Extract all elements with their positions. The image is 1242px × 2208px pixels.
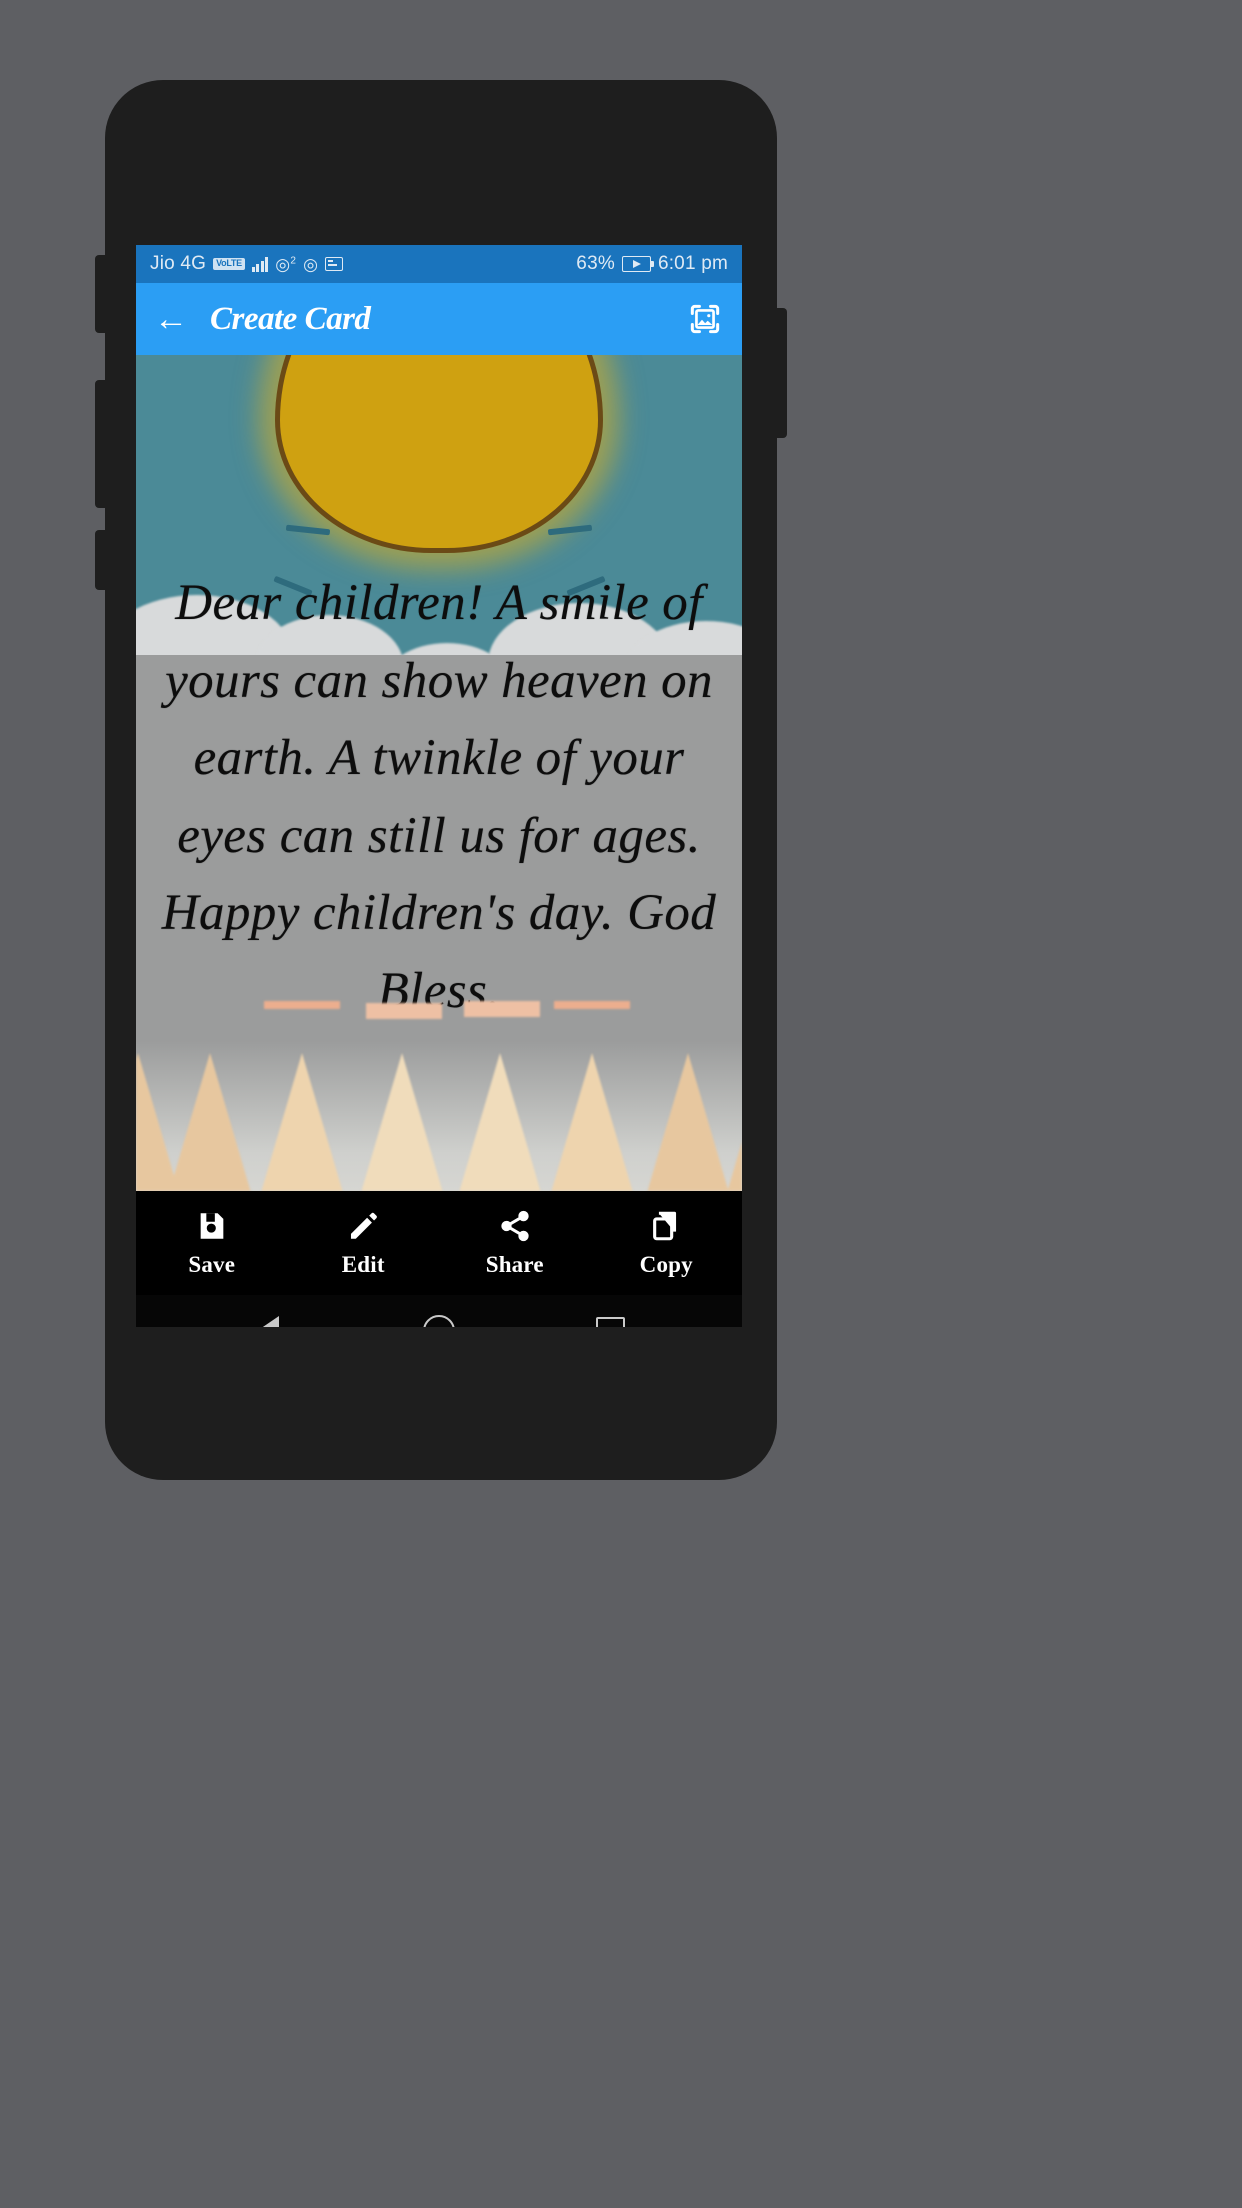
pencil-shape: [644, 1053, 732, 1191]
share-nodes-icon: [498, 1209, 532, 1243]
pencil-shape: [724, 1053, 742, 1191]
android-navigation-bar: [136, 1295, 742, 1327]
save-label: Save: [188, 1251, 236, 1277]
pencil-shape: [258, 1001, 346, 1191]
pencil-shape: [548, 1001, 636, 1191]
pencil-shape: [358, 1003, 446, 1191]
phone-screen: Jio 4G VoLTE ◎2 ◎ 63% 6:01 pm ← Create C…: [136, 245, 742, 1327]
back-arrow-icon[interactable]: ←: [154, 302, 188, 336]
android-recents-icon[interactable]: [588, 1309, 632, 1327]
sd-card-icon: [325, 257, 344, 271]
save-floppy-icon: [195, 1209, 229, 1243]
copy-duplicate-icon: [649, 1209, 683, 1243]
android-home-icon[interactable]: [417, 1309, 461, 1327]
pick-image-icon[interactable]: [686, 300, 724, 338]
pencil-edit-icon: [346, 1209, 380, 1243]
volte-badge: VoLTE: [213, 258, 245, 270]
sim-index-label: 2: [290, 254, 297, 266]
edit-button[interactable]: Edit: [288, 1209, 440, 1278]
carrier-label: Jio 4G: [150, 253, 207, 274]
power-button[interactable]: [775, 308, 787, 438]
edit-label: Edit: [341, 1251, 385, 1277]
clock-label: 6:01 pm: [657, 253, 728, 274]
pencil-shape: [456, 1001, 544, 1191]
volume-up-button[interactable]: [95, 255, 107, 333]
app-bar: ← Create Card: [136, 283, 742, 355]
card-pencils-illustration: [136, 1001, 742, 1191]
volume-down-button[interactable]: [95, 380, 107, 508]
greeting-card-preview[interactable]: Dear children! A smile of yours can show…: [136, 355, 742, 1191]
phone-mockup: Jio 4G VoLTE ◎2 ◎ 63% 6:01 pm ← Create C…: [95, 80, 787, 1480]
status-bar: Jio 4G VoLTE ◎2 ◎ 63% 6:01 pm: [136, 245, 742, 283]
battery-charging-icon: [621, 256, 654, 272]
pencil-shape: [166, 1053, 254, 1191]
android-back-icon[interactable]: [246, 1309, 290, 1327]
copy-label: Copy: [639, 1251, 693, 1277]
card-message-text: Dear children! A smile of yours can show…: [161, 575, 717, 1019]
page-title: Create Card: [210, 300, 371, 337]
signal-bars-icon: [251, 256, 269, 272]
copy-button[interactable]: Copy: [591, 1209, 743, 1278]
share-button[interactable]: Share: [439, 1209, 591, 1278]
share-label: Share: [485, 1251, 544, 1277]
volume-extra-button[interactable]: [95, 530, 107, 590]
action-toolbar: Save Edit Share Copy: [136, 1191, 742, 1295]
save-button[interactable]: Save: [136, 1209, 288, 1278]
sim-signal-icon: ◎: [303, 254, 319, 274]
sim-2-signal-icon: ◎2: [275, 254, 297, 274]
battery-percent-label: 63%: [576, 253, 615, 274]
